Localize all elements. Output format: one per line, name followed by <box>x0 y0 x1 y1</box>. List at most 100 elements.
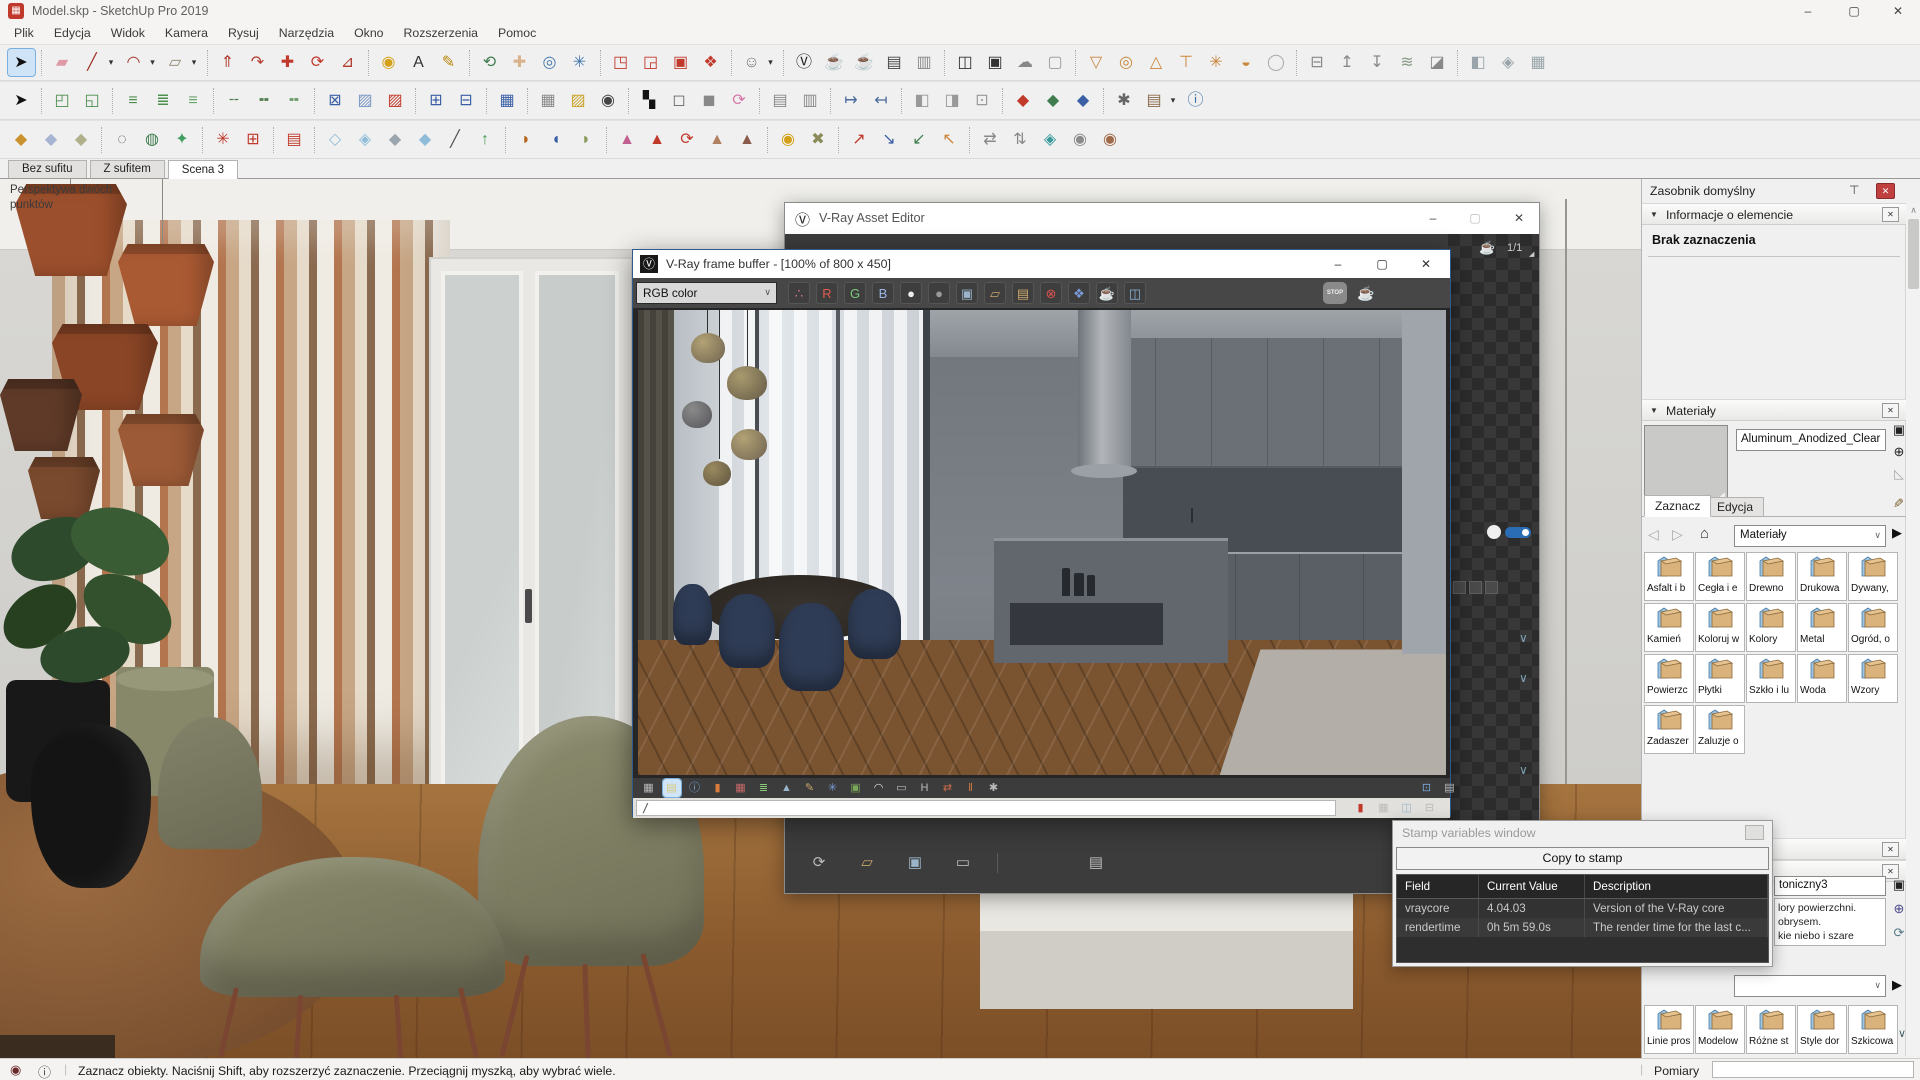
edge-lines-remove-icon[interactable]: ≡ <box>180 87 207 114</box>
diagonal-light-icon[interactable]: ▨ <box>352 87 379 114</box>
arrow-tool-orange-icon[interactable]: ↖ <box>936 126 963 153</box>
forward-icon[interactable]: ▷ <box>1672 526 1683 543</box>
vray-scene-icon[interactable]: ◈ <box>1495 49 1522 76</box>
collapse-icon[interactable]: ▼ <box>1650 210 1658 219</box>
dimension-arrow-icon[interactable]: ↦ <box>838 87 865 114</box>
eyedropper-icon[interactable]: ✎ <box>1889 498 1905 509</box>
close-icon[interactable]: ✕ <box>1882 207 1899 222</box>
material-folder[interactable]: Drukowa <box>1797 552 1847 601</box>
tray-close-button[interactable]: ✕ <box>1876 183 1895 199</box>
grid-gray-icon[interactable]: ▤ <box>767 87 794 114</box>
sphere-gold-icon[interactable]: ◆ <box>8 126 35 153</box>
vfb-lut-icon[interactable]: ▭ <box>893 779 911 797</box>
vfb-stamp-color-icon[interactable]: ▮ <box>1352 799 1370 817</box>
select-tool[interactable]: ➤ <box>6 48 36 77</box>
scroll-thumb[interactable] <box>1908 219 1919 289</box>
panel-right-icon[interactable]: ◨ <box>939 87 966 114</box>
text-tool[interactable]: A <box>405 49 432 76</box>
vfb-layers-icon[interactable]: ▦ <box>640 779 658 797</box>
rendered-image[interactable] <box>638 310 1446 775</box>
edge-lines-add-icon[interactable]: ≣ <box>150 87 177 114</box>
styles-dropdown[interactable]: ∨ <box>1734 975 1886 997</box>
dimension-arrow-icon-2[interactable]: ↤ <box>868 87 895 114</box>
vfb-denoise-icon[interactable]: ✱ <box>985 779 1003 797</box>
material-folder[interactable]: Kamień <box>1644 603 1694 652</box>
maximize-button[interactable]: ▢ <box>1832 0 1876 22</box>
rectangle-tool[interactable]: ▱ <box>162 49 189 76</box>
diagonal-blue-icon[interactable]: ⊠ <box>322 87 349 114</box>
style-folder[interactable]: Modelow <box>1695 1005 1745 1054</box>
line-tool-dropdown[interactable]: ▾ <box>105 49 117 76</box>
knife-tool-icon[interactable]: ╱ <box>442 126 469 153</box>
preview-option-icon[interactable] <box>1453 581 1466 594</box>
vfb-curves-icon[interactable]: ✎ <box>801 779 819 797</box>
user-account-icon[interactable]: ☺ <box>738 49 765 76</box>
vfb-list-icon[interactable]: ▤ <box>1441 779 1459 797</box>
section-chevron-icon[interactable]: ∨ <box>1519 671 1528 685</box>
extrude-up-icon[interactable]: ↑ <box>472 126 499 153</box>
vray-fur-icon[interactable]: ≋ <box>1394 49 1421 76</box>
arrow-tool-red-icon[interactable]: ↗ <box>846 126 873 153</box>
material-folder[interactable]: Drewno <box>1746 552 1796 601</box>
menu-item[interactable]: Plik <box>4 23 44 43</box>
vray-proxy-export-icon[interactable]: ↥ <box>1334 49 1361 76</box>
asset-update-icon[interactable]: ⟳ <box>807 851 831 875</box>
create-material-button[interactable]: ⊕ <box>1890 443 1908 461</box>
menu-item[interactable]: Rozszerzenia <box>394 23 489 43</box>
stamp-tool-icon-2[interactable]: ▲ <box>644 126 671 153</box>
grid-blue-icon-2[interactable]: ⊟ <box>453 87 480 114</box>
style-folder[interactable]: Style dor <box>1797 1005 1847 1054</box>
home-icon[interactable]: ⌂ <box>1700 525 1709 542</box>
glass-shard-icon[interactable]: ◆ <box>412 126 439 153</box>
stamp-rotate-icon[interactable]: ⟳ <box>674 126 701 153</box>
swap-vertical-icon[interactable]: ⇅ <box>1007 126 1034 153</box>
toolbox-icon[interactable]: ✖ <box>805 126 832 153</box>
bag-tool-icon[interactable]: ◍ <box>139 126 166 153</box>
table-row[interactable]: rendertime 0h 5m 59.0s The render time f… <box>1397 918 1768 937</box>
material-folder[interactable]: Szkło i lu <box>1746 654 1796 703</box>
vfb-background-icon[interactable]: ▣ <box>847 779 865 797</box>
zoom-extents-tool[interactable]: ✳ <box>566 49 593 76</box>
pin-brown-icon[interactable]: ◉ <box>1097 126 1124 153</box>
checkerboard-icon[interactable]: ▚ <box>636 87 663 114</box>
menu-item[interactable]: Rysuj <box>218 23 269 43</box>
vray-sphere-light-icon[interactable]: ◎ <box>1113 49 1140 76</box>
display-pane-icon[interactable]: ▣ <box>1890 421 1908 439</box>
copy-icon[interactable]: ◻ <box>666 87 693 114</box>
sandbox-grid-icon[interactable]: ▦ <box>535 87 562 114</box>
material-folder[interactable]: Zadaszer <box>1644 705 1694 754</box>
preview-option-icon[interactable] <box>1469 581 1482 594</box>
preview-option-icon[interactable] <box>1485 581 1498 594</box>
entity-info-header[interactable]: ▼ Informacje o elemencie ✕ <box>1642 203 1906 225</box>
move-tool[interactable]: ✚ <box>274 49 301 76</box>
menu-item[interactable]: Pomoc <box>488 23 546 43</box>
materials-header[interactable]: ▼ Materiały ✕ <box>1642 399 1906 421</box>
minimize-button[interactable]: – <box>1786 0 1830 22</box>
gray-cube-icon[interactable]: ◆ <box>382 126 409 153</box>
maximize-button[interactable]: ▢ <box>1361 250 1403 278</box>
maximize-button[interactable]: ▢ <box>1455 203 1495 234</box>
offset-green-icon[interactable]: ◰ <box>49 87 76 114</box>
asset-delete-icon[interactable]: ▭ <box>951 851 975 875</box>
paint-bucket-tool[interactable]: ◉ <box>375 49 402 76</box>
diagonal-red-icon[interactable]: ▨ <box>382 87 409 114</box>
eraser-tool[interactable]: ▰ <box>49 49 76 76</box>
materials-dropdown[interactable]: Materiały ∨ <box>1734 525 1886 547</box>
terrain-tool-icon-3[interactable]: ◗ <box>573 126 600 153</box>
vray-ies-light-icon[interactable]: ⊤ <box>1173 49 1200 76</box>
asset-editor-titlebar[interactable]: Ⓥ V-Ray Asset Editor – ▢ ✕ <box>785 203 1539 234</box>
material-name-field[interactable]: Aluminum_Anodized_Clear <box>1736 429 1886 451</box>
material-folder[interactable]: Płytki <box>1695 654 1745 703</box>
minimize-button[interactable]: – <box>1413 203 1453 234</box>
vray-mesh-light-icon[interactable]: ◯ <box>1263 49 1290 76</box>
help-icon[interactable]: ⓘ <box>1182 87 1209 114</box>
scene-tab[interactable]: Scena 3 <box>167 160 238 179</box>
glass-cube-icon[interactable]: ◇ <box>322 126 349 153</box>
rotate-pink-icon[interactable]: ⟳ <box>726 87 753 114</box>
display-pane-icon[interactable]: ▣ <box>1890 876 1908 894</box>
vfb-info-icon[interactable]: ⓘ <box>686 779 704 797</box>
library-icon[interactable]: ▤ <box>1141 87 1168 114</box>
grid-blue-icon[interactable]: ⊞ <box>423 87 450 114</box>
axes-pin-red-icon[interactable]: ◆ <box>1010 87 1037 114</box>
glass-cube-wire-icon[interactable]: ◈ <box>352 126 379 153</box>
